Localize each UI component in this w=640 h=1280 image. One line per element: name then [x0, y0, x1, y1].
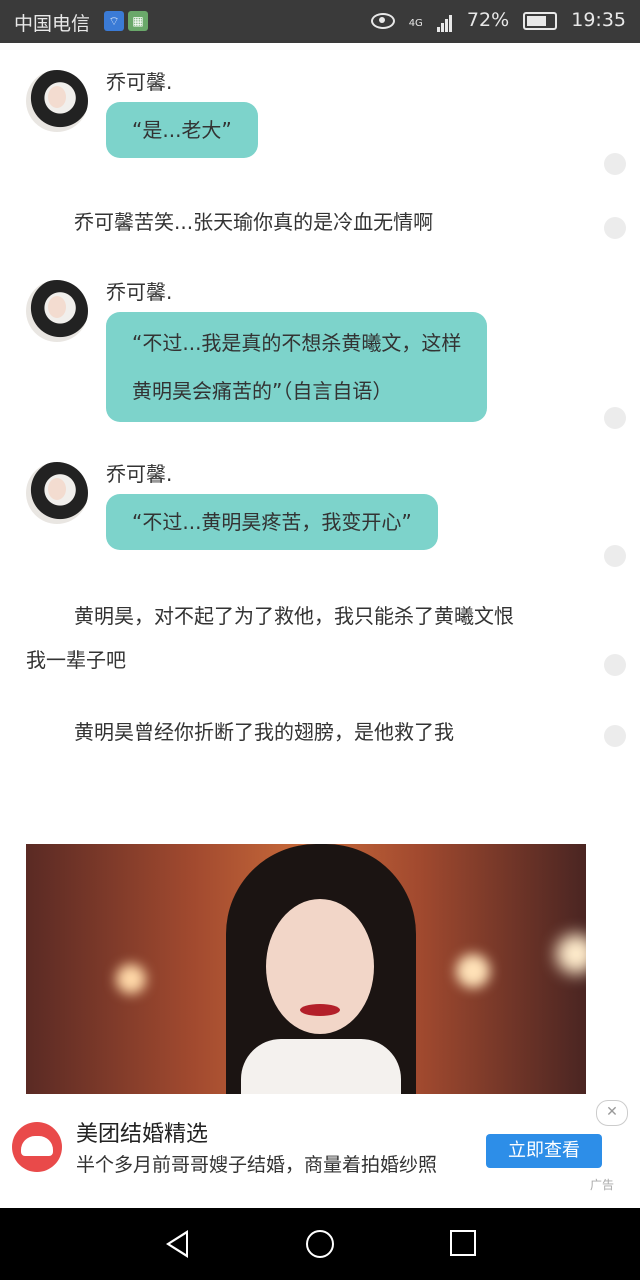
- network-type: 4G: [408, 18, 423, 29]
- bubble-line: 黄明昊会痛苦的”（自言自语）: [132, 379, 393, 403]
- back-icon[interactable]: [166, 1230, 188, 1258]
- narration-text: 乔可馨苦笑...张天瑜你真的是冷血无情啊: [74, 210, 434, 234]
- comment-dot-icon[interactable]: [604, 545, 626, 567]
- clock: 19:35: [571, 9, 626, 31]
- view-now-button[interactable]: 立即查看: [486, 1134, 602, 1168]
- portrait-collar: [241, 1039, 401, 1094]
- meituan-logo-icon: [12, 1122, 62, 1172]
- close-icon[interactable]: ✕: [596, 1100, 628, 1126]
- light-decoration: [116, 964, 146, 994]
- battery-percent: 72%: [466, 9, 510, 31]
- comment-dot-icon[interactable]: [604, 407, 626, 429]
- status-right: 4G 72% 19:35: [363, 9, 626, 32]
- sender-name: 乔可馨.: [106, 462, 173, 486]
- app-notification-icon: ▦: [128, 11, 148, 31]
- comment-dot-icon[interactable]: [604, 153, 626, 175]
- chat-bubble: “不过...我是真的不想杀黄曦文，这样 黄明昊会痛苦的”（自言自语）: [106, 312, 488, 422]
- status-bar: 中国电信 ⌔ ▦ 4G 72% 19:35: [0, 0, 640, 43]
- ad-description: 半个多月前哥哥嫂子结婚，商量着拍婚纱照: [76, 1154, 438, 1176]
- light-decoration: [456, 954, 490, 988]
- comment-dot-icon[interactable]: [604, 217, 626, 239]
- light-decoration: [556, 934, 586, 974]
- home-icon[interactable]: [306, 1230, 334, 1258]
- narration-line: 我一辈子吧: [26, 648, 126, 672]
- narration-text: 黄明昊曾经你折断了我的翅膀，是他救了我: [74, 720, 454, 744]
- chat-bubble: “不过...黄明昊疼苦，我变开心”: [106, 494, 438, 550]
- signal-icon: [436, 10, 453, 32]
- bubble-line: “不过...我是真的不想杀黄曦文，这样: [132, 331, 462, 355]
- avatar[interactable]: [26, 462, 88, 524]
- sender-name: 乔可馨.: [106, 70, 173, 94]
- comment-dot-icon[interactable]: [604, 725, 626, 747]
- narration-text: 黄明昊，对不起了为了救他，我只能杀了黄曦文恨 我一辈子吧: [26, 594, 586, 682]
- wifi-hotspot-icon: ⌔: [104, 11, 124, 31]
- ad-title: 美团结婚精选: [76, 1122, 209, 1147]
- narration-line: 黄明昊，对不起了为了救他，我只能杀了黄曦文恨: [74, 604, 514, 628]
- sender-name: 乔可馨.: [106, 280, 173, 304]
- battery-icon: [523, 11, 558, 30]
- comment-dot-icon[interactable]: [604, 654, 626, 676]
- ad-banner[interactable]: 美团结婚精选 半个多月前哥哥嫂子结婚，商量着拍婚纱照 立即查看 ✕ 广告: [0, 1098, 640, 1208]
- avatar[interactable]: [26, 280, 88, 342]
- ad-label: 广告: [590, 1178, 615, 1192]
- portrait-lips: [300, 1004, 340, 1016]
- carrier-name: 中国电信: [14, 13, 91, 35]
- navigation-bar: [0, 1208, 640, 1280]
- recent-apps-icon[interactable]: [450, 1230, 476, 1256]
- chat-bubble: “是...老大”: [106, 102, 258, 158]
- avatar[interactable]: [26, 70, 88, 132]
- ad-image[interactable]: [26, 844, 586, 1094]
- eye-comfort-icon: [370, 12, 395, 29]
